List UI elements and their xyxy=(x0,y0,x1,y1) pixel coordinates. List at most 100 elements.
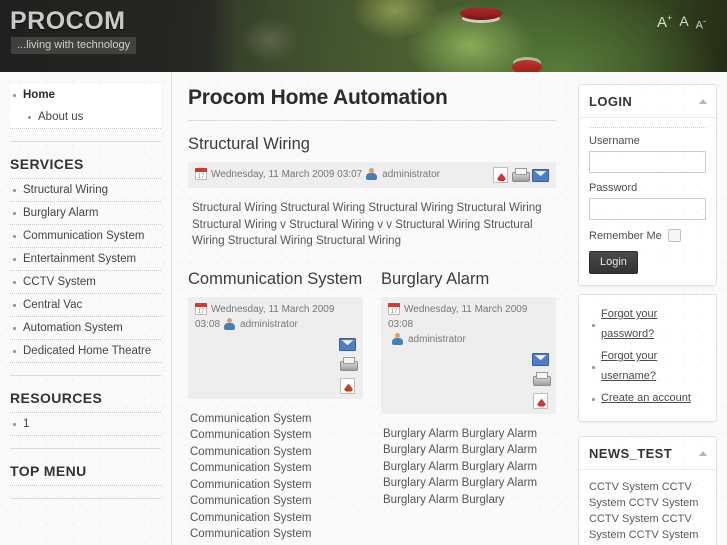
article-meta: Wednesday, 11 March 2009 03:07 administra… xyxy=(195,167,493,182)
sidebar-link-about-us[interactable]: About us xyxy=(10,106,161,128)
sidebar-link-entertainment-system[interactable]: Entertainment System xyxy=(10,248,161,270)
print-icon[interactable] xyxy=(512,167,530,183)
site-logo[interactable]: PROCOM xyxy=(10,7,126,36)
news-body-text: CCTV System CCTV System CCTV System CCTV… xyxy=(589,481,699,541)
sidebar-link-resource-1[interactable]: 1 xyxy=(10,413,161,435)
services-menu: Structural Wiring Burglary Alarm Communi… xyxy=(10,179,161,363)
list-item-forgot-password[interactable]: Forgot your password? xyxy=(592,304,706,344)
forgot-password-link[interactable]: Forgot your password? xyxy=(601,308,657,340)
article-title-structural-wiring: Structural Wiring xyxy=(188,135,310,153)
news-module-title: NEWS_TEST xyxy=(589,446,673,461)
font-decrease-button[interactable]: A- xyxy=(696,17,706,32)
pdf-icon[interactable] xyxy=(493,167,508,183)
password-label: Password xyxy=(589,182,638,194)
chevron-up-icon[interactable] xyxy=(699,451,707,456)
user-icon xyxy=(365,168,378,180)
page-title: Procom Home Automation xyxy=(188,86,448,109)
login-links-module: Forgot your password? Forgot your userna… xyxy=(578,294,717,422)
email-icon[interactable] xyxy=(532,168,549,182)
sidebar-link-burglary-alarm[interactable]: Burglary Alarm xyxy=(10,202,161,224)
email-icon[interactable] xyxy=(339,337,356,351)
article-title-burglary-alarm: Burglary Alarm xyxy=(381,269,490,288)
sidebar-link-central-vac[interactable]: Central Vac xyxy=(10,294,161,316)
main-menu: Home About us xyxy=(10,84,161,129)
submenu-home: About us xyxy=(10,106,161,128)
password-input[interactable] xyxy=(589,198,706,220)
login-module: LOGIN Username Password Remember Me Logi… xyxy=(578,84,717,286)
remember-me-row[interactable]: Remember Me xyxy=(589,229,706,242)
remember-me-checkbox[interactable] xyxy=(667,229,681,242)
sidebar-item-cctv-system[interactable]: CCTV System xyxy=(10,271,161,294)
sidebar-item-automation-system[interactable]: Automation System xyxy=(10,317,161,340)
font-size-controls[interactable]: A+ A A- xyxy=(657,14,706,32)
chevron-up-icon[interactable] xyxy=(699,99,707,104)
font-reset-button[interactable]: A xyxy=(679,14,688,28)
sidebar-item-entertainment-system[interactable]: Entertainment System xyxy=(10,248,161,271)
article-title-communication-system: Communication System xyxy=(188,269,363,288)
calendar-icon xyxy=(195,168,207,181)
right-sidebar: LOGIN Username Password Remember Me Logi… xyxy=(570,72,727,545)
sidebar-item-burglary-alarm[interactable]: Burglary Alarm xyxy=(10,202,161,225)
article-info-bar-burglary: Wednesday, 11 March 2009 03:08 administra… xyxy=(381,296,556,414)
article-body-burglary-alarm: Burglary Alarm Burglary Alarm Burglary A… xyxy=(383,427,538,506)
site-header: PROCOM ...living with technology A+ A A- xyxy=(0,0,727,72)
sidebar-link-dedicated-home-theatre[interactable]: Dedicated Home Theatre xyxy=(10,340,161,362)
login-links-body: Forgot your password? Forgot your userna… xyxy=(579,295,716,421)
page-title-rule xyxy=(188,120,556,121)
email-icon[interactable] xyxy=(532,352,549,366)
sidebar-link-structural-wiring[interactable]: Structural Wiring xyxy=(10,179,161,201)
login-button[interactable]: Login xyxy=(589,251,638,274)
sidebar-item-communication-system[interactable]: Communication System xyxy=(10,225,161,248)
sidebar-item-about-us[interactable]: About us xyxy=(10,106,161,128)
forgot-username-link[interactable]: Forgot your username? xyxy=(601,350,657,382)
article-action-icons-burglary[interactable] xyxy=(532,352,551,409)
create-account-link[interactable]: Create an account xyxy=(601,392,691,404)
frog-marking-decor-2 xyxy=(512,60,542,72)
article-action-icons[interactable] xyxy=(493,167,549,183)
left-sidebar: Home About us SERVICES Structural Wiring… xyxy=(0,72,172,545)
sidebar-link-communication-system[interactable]: Communication System xyxy=(10,225,161,247)
sidebar-link-cctv-system[interactable]: CCTV System xyxy=(10,271,161,293)
sidebar-item-dedicated-home-theatre[interactable]: Dedicated Home Theatre xyxy=(10,340,161,363)
article-body-communication-system: Communication System Communication Syste… xyxy=(190,412,312,545)
login-module-body: Username Password Remember Me Login xyxy=(579,118,716,285)
sidebar-item-structural-wiring[interactable]: Structural Wiring xyxy=(10,179,161,202)
news-module-header: NEWS_TEST xyxy=(579,437,716,470)
pdf-icon[interactable] xyxy=(340,377,355,394)
user-icon xyxy=(223,317,236,330)
frog-marking-decor xyxy=(460,7,502,20)
article-meta-burglary: Wednesday, 11 March 2009 03:08 administra… xyxy=(388,302,549,347)
topmenu-top-rule xyxy=(10,485,161,486)
user-icon xyxy=(391,332,404,345)
username-label: Username xyxy=(589,135,640,147)
article-meta-communication: Wednesday, 11 March 2009 03:08administra… xyxy=(195,302,356,332)
services-module-title: SERVICES xyxy=(10,156,84,172)
list-item-forgot-username[interactable]: Forgot your username? xyxy=(592,346,706,386)
sidebar-item-resource-1[interactable]: 1 xyxy=(10,413,161,436)
sidebar-item-central-vac[interactable]: Central Vac xyxy=(10,294,161,317)
login-module-header: LOGIN xyxy=(579,85,716,118)
article-author: administrator xyxy=(240,318,298,330)
resources-menu: 1 xyxy=(10,413,161,436)
print-icon[interactable] xyxy=(339,356,358,372)
font-increase-button[interactable]: A+ xyxy=(657,14,672,31)
page-body: Home About us SERVICES Structural Wiring… xyxy=(0,72,727,545)
column-burglary-alarm: Burglary Alarm Wednesday, 11 March 2009 … xyxy=(381,270,556,545)
list-item-create-account[interactable]: Create an account xyxy=(592,388,706,408)
article-date: Wednesday, 11 March 2009 03:08 xyxy=(388,303,528,330)
article-info-bar-communication: Wednesday, 11 March 2009 03:08administra… xyxy=(188,296,363,399)
resources-module-title: RESOURCES xyxy=(10,390,103,406)
sidebar-link-automation-system[interactable]: Automation System xyxy=(10,317,161,339)
main-content: Procom Home Automation Structural Wiring… xyxy=(172,72,570,545)
article-info-bar: Wednesday, 11 March 2009 03:07 administra… xyxy=(188,162,556,188)
sidebar-link-home[interactable]: Home xyxy=(10,84,161,106)
remember-me-label: Remember Me xyxy=(589,229,662,242)
article-body-structural-wiring: Structural Wiring Structural Wiring Stru… xyxy=(192,202,542,247)
username-input[interactable] xyxy=(589,151,706,173)
article-action-icons-communication[interactable] xyxy=(339,337,358,394)
two-column-articles: Communication System Wednesday, 11 March… xyxy=(188,270,556,545)
print-icon[interactable] xyxy=(532,371,551,387)
login-module-title: LOGIN xyxy=(589,94,633,109)
pdf-icon[interactable] xyxy=(533,392,548,409)
sidebar-item-home[interactable]: Home About us xyxy=(10,84,161,129)
